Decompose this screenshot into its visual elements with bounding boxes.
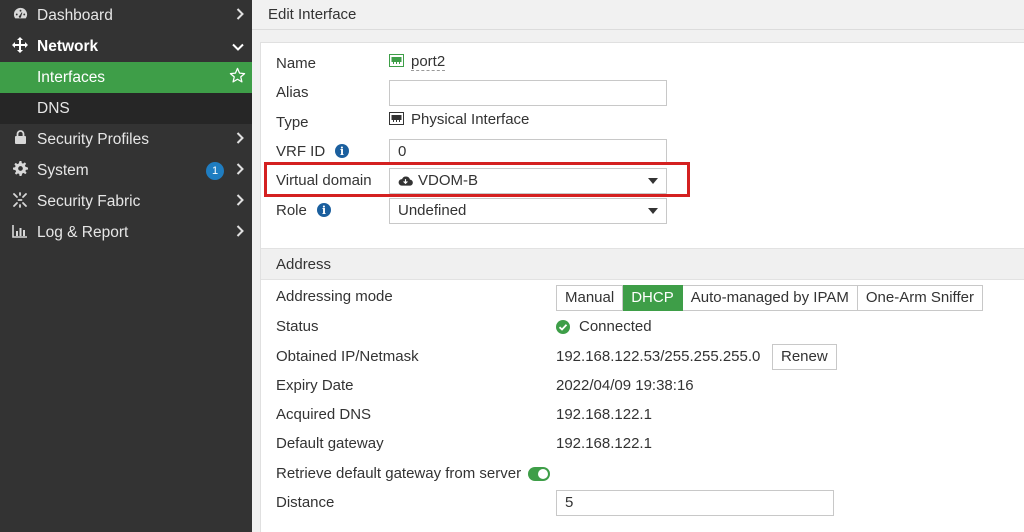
chart-icon: [11, 224, 29, 242]
gear-icon: [11, 161, 29, 180]
port-icon: [389, 54, 404, 67]
retrieve-gateway-label: Retrieve default gateway from server: [276, 465, 522, 482]
chevron-right-icon: [236, 225, 244, 240]
obtained-ip-label: Obtained IP/Netmask: [276, 348, 419, 365]
chevron-right-icon: [236, 194, 244, 209]
default-gateway-value: 192.168.122.1: [556, 435, 652, 452]
mode-sniffer-button[interactable]: One-Arm Sniffer: [857, 285, 983, 311]
sidebar-item-label: DNS: [37, 99, 70, 117]
sidebar-item-network[interactable]: Network: [0, 31, 252, 62]
name-label: Name: [276, 55, 317, 72]
chevron-down-icon: [648, 208, 658, 214]
fabric-icon: [11, 191, 29, 212]
chevron-right-icon: [236, 163, 244, 178]
lock-icon: [11, 130, 29, 149]
status-label: Status: [276, 318, 319, 335]
sidebar-item-dns[interactable]: DNS: [0, 93, 252, 124]
page-title: Edit Interface: [268, 6, 357, 23]
addressing-mode-group: Manual DHCP Auto-managed by IPAM One-Arm…: [556, 285, 983, 311]
sidebar-item-system[interactable]: System 1: [0, 155, 252, 186]
acquired-dns-value: 192.168.122.1: [556, 406, 652, 423]
renew-button[interactable]: Renew: [772, 344, 837, 370]
sidebar-item-label: Security Fabric: [37, 192, 141, 210]
sidebar-item-label: Network: [37, 37, 99, 55]
type-value: Physical Interface: [389, 111, 529, 128]
star-icon[interactable]: [229, 67, 246, 89]
type-label: Type: [276, 114, 309, 131]
type-text: Physical Interface: [411, 111, 530, 128]
expiry-date-value: 2022/04/09 19:38:16: [556, 377, 694, 394]
page-header: Edit Interface: [252, 0, 1024, 30]
name-value: port2: [389, 53, 446, 71]
info-icon[interactable]: i: [317, 203, 331, 217]
chevron-right-icon: [236, 8, 244, 23]
alias-input[interactable]: [389, 80, 667, 106]
mode-dhcp-button[interactable]: DHCP: [623, 285, 683, 311]
retrieve-gateway-toggle[interactable]: [528, 467, 550, 481]
sidebar: Dashboard Network Interfaces DNS Securit…: [0, 0, 252, 532]
distance-input[interactable]: 5: [556, 490, 834, 516]
sidebar-item-label: Security Profiles: [37, 130, 149, 148]
role-label: Role: [276, 202, 307, 219]
check-circle-icon: [556, 320, 570, 334]
sidebar-item-label: System: [37, 161, 89, 179]
status-value: Connected: [579, 318, 652, 335]
addressing-mode-label: Addressing mode: [276, 288, 393, 305]
role-select[interactable]: Undefined: [389, 198, 667, 224]
obtained-ip-value: 192.168.122.53/255.255.255.0: [556, 348, 761, 365]
mode-manual-button[interactable]: Manual: [556, 285, 624, 311]
sidebar-item-interfaces[interactable]: Interfaces: [0, 62, 252, 93]
notification-badge: 1: [206, 161, 224, 180]
alias-label: Alias: [276, 84, 309, 101]
highlight-box: [264, 162, 690, 197]
expiry-date-label: Expiry Date: [276, 377, 354, 394]
vrf-id-label: VRF ID: [276, 143, 326, 160]
chevron-right-icon: [236, 132, 244, 147]
sidebar-item-label: Interfaces: [37, 68, 106, 86]
edit-interface-panel: Name port2 Alias Type Physical Interface…: [260, 42, 1024, 532]
sidebar-item-dashboard[interactable]: Dashboard: [0, 0, 252, 31]
name-text: port2: [411, 53, 446, 71]
mode-ipam-button[interactable]: Auto-managed by IPAM: [682, 285, 858, 311]
sidebar-item-label: Log & Report: [37, 223, 129, 241]
network-icon: [11, 36, 29, 57]
sidebar-item-label: Dashboard: [37, 6, 113, 24]
default-gateway-label: Default gateway: [276, 435, 384, 452]
main-content: Edit Interface Name port2 Alias Type Phy…: [252, 0, 1024, 532]
chevron-down-icon: [232, 39, 244, 54]
dashboard-icon: [11, 6, 29, 25]
section-title: Address: [276, 256, 332, 273]
sidebar-item-security-fabric[interactable]: Security Fabric: [0, 186, 252, 217]
port-icon: [389, 112, 404, 125]
distance-label: Distance: [276, 494, 335, 511]
acquired-dns-label: Acquired DNS: [276, 406, 372, 423]
role-value: Undefined: [398, 202, 467, 219]
sidebar-item-security-profiles[interactable]: Security Profiles: [0, 124, 252, 155]
address-section-header: Address: [261, 248, 1024, 280]
info-icon[interactable]: i: [335, 144, 349, 158]
sidebar-item-log-report[interactable]: Log & Report: [0, 217, 252, 248]
